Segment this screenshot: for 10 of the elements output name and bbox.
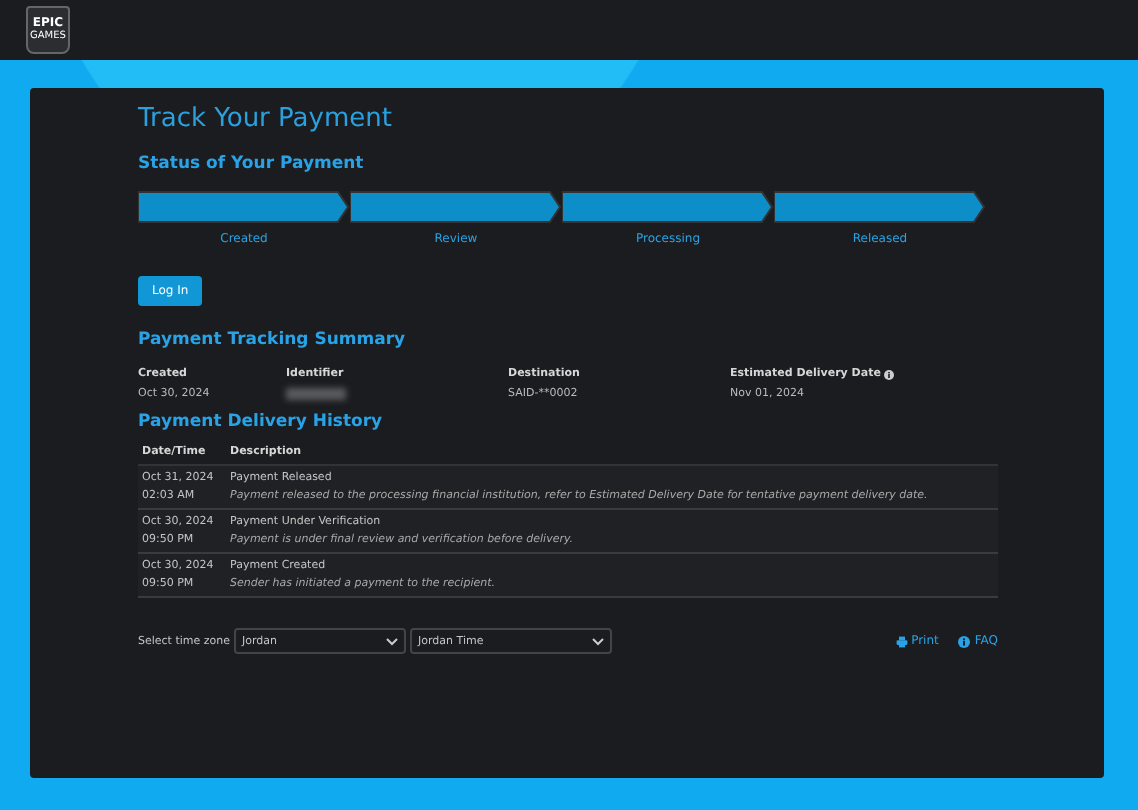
section-heading: Status of Your Payment — [138, 154, 366, 174]
section-heading: Payment Tracking Summary — [138, 330, 408, 350]
printer-icon — [895, 635, 908, 647]
section-heading: Payment Delivery History — [138, 412, 385, 432]
info-icon — [884, 369, 895, 379]
caret-icon — [592, 637, 605, 645]
info-icon — [958, 635, 971, 647]
caret-icon — [386, 637, 399, 645]
redacted-value — [286, 388, 346, 400]
page-title: Track Your Payment — [138, 104, 394, 134]
